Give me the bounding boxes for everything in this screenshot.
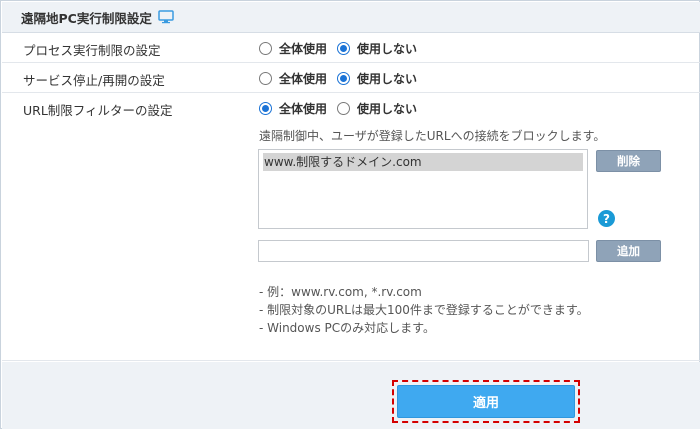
apply-button[interactable]: 適用 [397, 385, 575, 418]
monitor-icon [158, 10, 174, 24]
radio-label: 使用しない [357, 42, 418, 56]
radio-label: 使用しない [357, 102, 418, 116]
setting-label: サービス停止/再開の設定 [23, 73, 165, 88]
setting-label: URL制限フィルターの設定 [23, 103, 173, 118]
add-button[interactable]: 追加 [596, 240, 661, 262]
radio-button[interactable] [337, 102, 351, 115]
help-icon[interactable]: ? [598, 210, 615, 227]
note-line: - 制限対象のURLは最大100件まで登録することができます。 [259, 303, 589, 317]
radio-url-none[interactable]: 使用しない [337, 100, 417, 117]
url-list-box[interactable]: www.制限するドメイン.com [258, 149, 588, 229]
note-line: - 例：www.rv.com, *.rv.com [259, 285, 422, 299]
url-input[interactable] [258, 240, 589, 262]
radio-button[interactable] [259, 42, 272, 55]
radio-process-none[interactable]: 使用しない [337, 40, 417, 57]
radio-service-all[interactable]: 全体使用 [259, 70, 327, 87]
radio-button-checked[interactable] [337, 42, 351, 55]
radio-button[interactable] [259, 72, 272, 85]
panel-header: 遠隔地PC実行制限設定 [2, 2, 700, 33]
radio-url-all[interactable]: 全体使用 [259, 100, 327, 117]
url-filter-description: 遠隔制御中、ユーザが登録したURLへの接続をブロックします。 [259, 129, 606, 143]
note-line: - Windows PCのみ対応します。 [259, 321, 435, 335]
radio-label: 全体使用 [279, 42, 328, 56]
radio-group-service: 全体使用 使用しない [259, 70, 427, 87]
radio-process-all[interactable]: 全体使用 [259, 40, 327, 57]
radio-label: 全体使用 [279, 72, 328, 86]
panel-footer: 適用 [2, 362, 700, 429]
setting-label: プロセス実行制限の設定 [23, 43, 161, 58]
delete-button[interactable]: 削除 [596, 150, 661, 172]
settings-panel: 遠隔地PC実行制限設定 プロセス実行制限の設定 全体使用 使用しない サービス停… [0, 0, 700, 429]
url-filter-notes: - 例：www.rv.com, *.rv.com - 制限対象のURLは最大10… [259, 283, 589, 337]
url-list-item[interactable]: www.制限するドメイン.com [263, 153, 583, 171]
setting-row-service: サービス停止/再開の設定 全体使用 使用しない [2, 63, 700, 93]
radio-group-process: 全体使用 使用しない [259, 40, 427, 57]
radio-group-url: 全体使用 使用しない [259, 100, 427, 117]
panel-title: 遠隔地PC実行制限設定 [21, 10, 152, 26]
setting-row-url-filter: URL制限フィルターの設定 全体使用 使用しない 遠隔制御中、ユーザが登録したU… [2, 93, 700, 361]
radio-button-checked[interactable] [337, 72, 351, 85]
radio-label: 使用しない [357, 72, 418, 86]
apply-highlight: 適用 [392, 380, 580, 423]
radio-label: 全体使用 [279, 102, 328, 116]
radio-button-checked[interactable] [259, 102, 272, 115]
radio-service-none[interactable]: 使用しない [337, 70, 417, 87]
setting-row-process: プロセス実行制限の設定 全体使用 使用しない [2, 33, 700, 63]
